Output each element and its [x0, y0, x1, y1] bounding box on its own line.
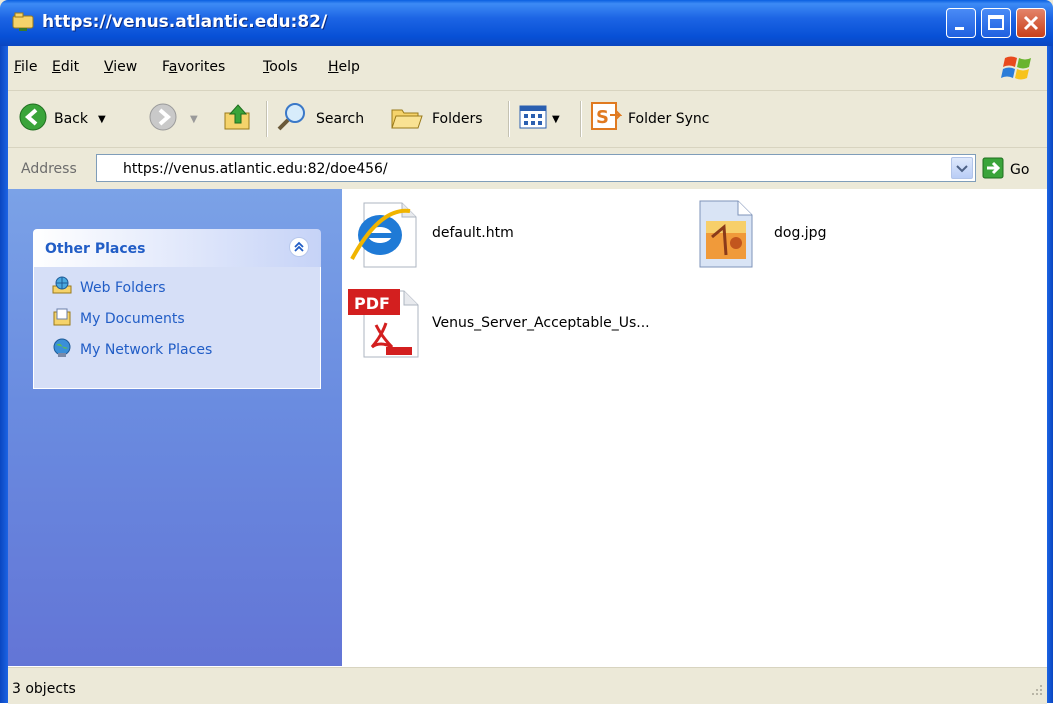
sidebar-item-label: My Network Places	[80, 342, 213, 358]
address-value: https://venus.atlantic.edu:82/doe456/	[123, 161, 388, 177]
sidebar-item-label: My Documents	[80, 311, 185, 327]
folders-label: Folders	[432, 111, 483, 127]
close-button[interactable]	[1016, 8, 1046, 38]
menu-tools[interactable]: Tools	[263, 59, 298, 75]
pdf-file-icon: PDF	[346, 285, 426, 365]
forward-arrow-icon	[148, 102, 178, 136]
image-file-icon	[692, 197, 764, 273]
other-places-panel: Other Places Web Folders My Documents My…	[33, 229, 321, 389]
menu-bar: File Edit View Favorites Tools Help	[8, 46, 1047, 91]
file-item-dog-jpg[interactable]: dog.jpg	[692, 197, 826, 273]
windows-logo-icon	[1001, 52, 1035, 84]
menu-view[interactable]: View	[104, 59, 137, 75]
window-right-border	[1047, 46, 1053, 703]
panel-title: Other Places	[45, 241, 146, 257]
views-button[interactable]: ▼	[518, 99, 560, 139]
forward-dropdown-arrow-icon[interactable]: ▼	[190, 114, 198, 125]
task-pane: Other Places Web Folders My Documents My…	[8, 189, 342, 666]
views-dropdown-arrow-icon[interactable]: ▼	[552, 114, 560, 125]
file-name: dog.jpg	[774, 225, 827, 241]
svg-text:S: S	[596, 107, 609, 128]
file-list-view[interactable]: default.htm dog.jpg PDF Venus_Server_Acc…	[342, 189, 1047, 666]
go-button[interactable]: Go	[982, 157, 1029, 183]
folders-button[interactable]: Folders	[390, 99, 483, 139]
address-label: Address	[21, 161, 77, 177]
file-name: Venus_Server_Acceptable_Us...	[432, 315, 650, 331]
search-icon	[276, 101, 308, 137]
internet-explorer-icon	[350, 197, 422, 273]
web-folders-icon	[52, 276, 72, 300]
menu-file[interactable]: File	[14, 59, 37, 75]
back-dropdown-arrow-icon[interactable]: ▼	[98, 114, 106, 125]
sidebar-item-label: Web Folders	[80, 280, 166, 296]
other-places-header[interactable]: Other Places	[33, 229, 321, 267]
toolbar-separator	[580, 101, 582, 137]
sidebar-item-my-documents[interactable]: My Documents	[52, 308, 185, 330]
back-label: Back	[54, 111, 88, 127]
back-arrow-icon	[18, 102, 48, 136]
folder-sync-label: Folder Sync	[628, 111, 710, 127]
title-bar[interactable]: https://venus.atlantic.edu:82/	[0, 0, 1053, 46]
up-folder-button[interactable]	[222, 99, 254, 139]
window-left-border	[0, 46, 8, 703]
my-documents-icon	[52, 307, 72, 331]
folders-icon	[390, 102, 424, 136]
network-places-icon	[52, 338, 72, 362]
forward-button[interactable]: ▼	[148, 99, 198, 139]
menu-edit[interactable]: Edit	[52, 59, 79, 75]
file-item-default-htm[interactable]: default.htm	[350, 197, 514, 273]
go-label: Go	[1010, 162, 1030, 178]
file-name: default.htm	[432, 225, 514, 241]
resize-grip-icon[interactable]	[1031, 684, 1043, 700]
up-folder-icon	[222, 101, 254, 137]
address-input[interactable]: https://venus.atlantic.edu:82/doe456/	[96, 154, 976, 182]
maximize-button[interactable]	[981, 8, 1011, 38]
search-button[interactable]: Search	[276, 99, 364, 139]
file-item-venus-server-pdf[interactable]: PDF Venus_Server_Acceptable_Us...	[346, 285, 650, 365]
search-label: Search	[316, 111, 365, 127]
views-icon	[518, 103, 548, 135]
folder-sync-icon: S	[590, 101, 623, 137]
explorer-window: https://venus.atlantic.edu:82/ File Edit…	[0, 0, 1053, 704]
minimize-button[interactable]	[946, 8, 976, 38]
folder-network-icon	[12, 12, 34, 32]
window-title: https://venus.atlantic.edu:82/	[42, 12, 328, 32]
toolbar-separator	[266, 101, 268, 137]
sidebar-item-my-network-places[interactable]: My Network Places	[52, 338, 213, 362]
back-button[interactable]: Back ▼	[18, 99, 106, 139]
menu-help[interactable]: Help	[328, 59, 360, 75]
other-places-list: Web Folders My Documents My Network Plac…	[33, 267, 321, 389]
address-bar: Address https://venus.atlantic.edu:82/do…	[8, 148, 1047, 188]
standard-toolbar: Back ▼ ▼ Search Folders ▼ S Folder Sync	[8, 91, 1047, 148]
collapse-chevron-icon[interactable]	[289, 237, 309, 257]
toolbar-separator	[508, 101, 510, 137]
menu-favorites[interactable]: Favorites	[162, 59, 225, 75]
status-bar: 3 objects	[8, 666, 1047, 704]
svg-text:PDF: PDF	[354, 294, 390, 313]
go-arrow-icon	[982, 157, 1004, 183]
address-dropdown-icon[interactable]	[951, 157, 973, 179]
sidebar-item-web-folders[interactable]: Web Folders	[52, 276, 166, 300]
status-text: 3 objects	[12, 681, 76, 697]
folder-sync-button[interactable]: S Folder Sync	[590, 99, 709, 139]
